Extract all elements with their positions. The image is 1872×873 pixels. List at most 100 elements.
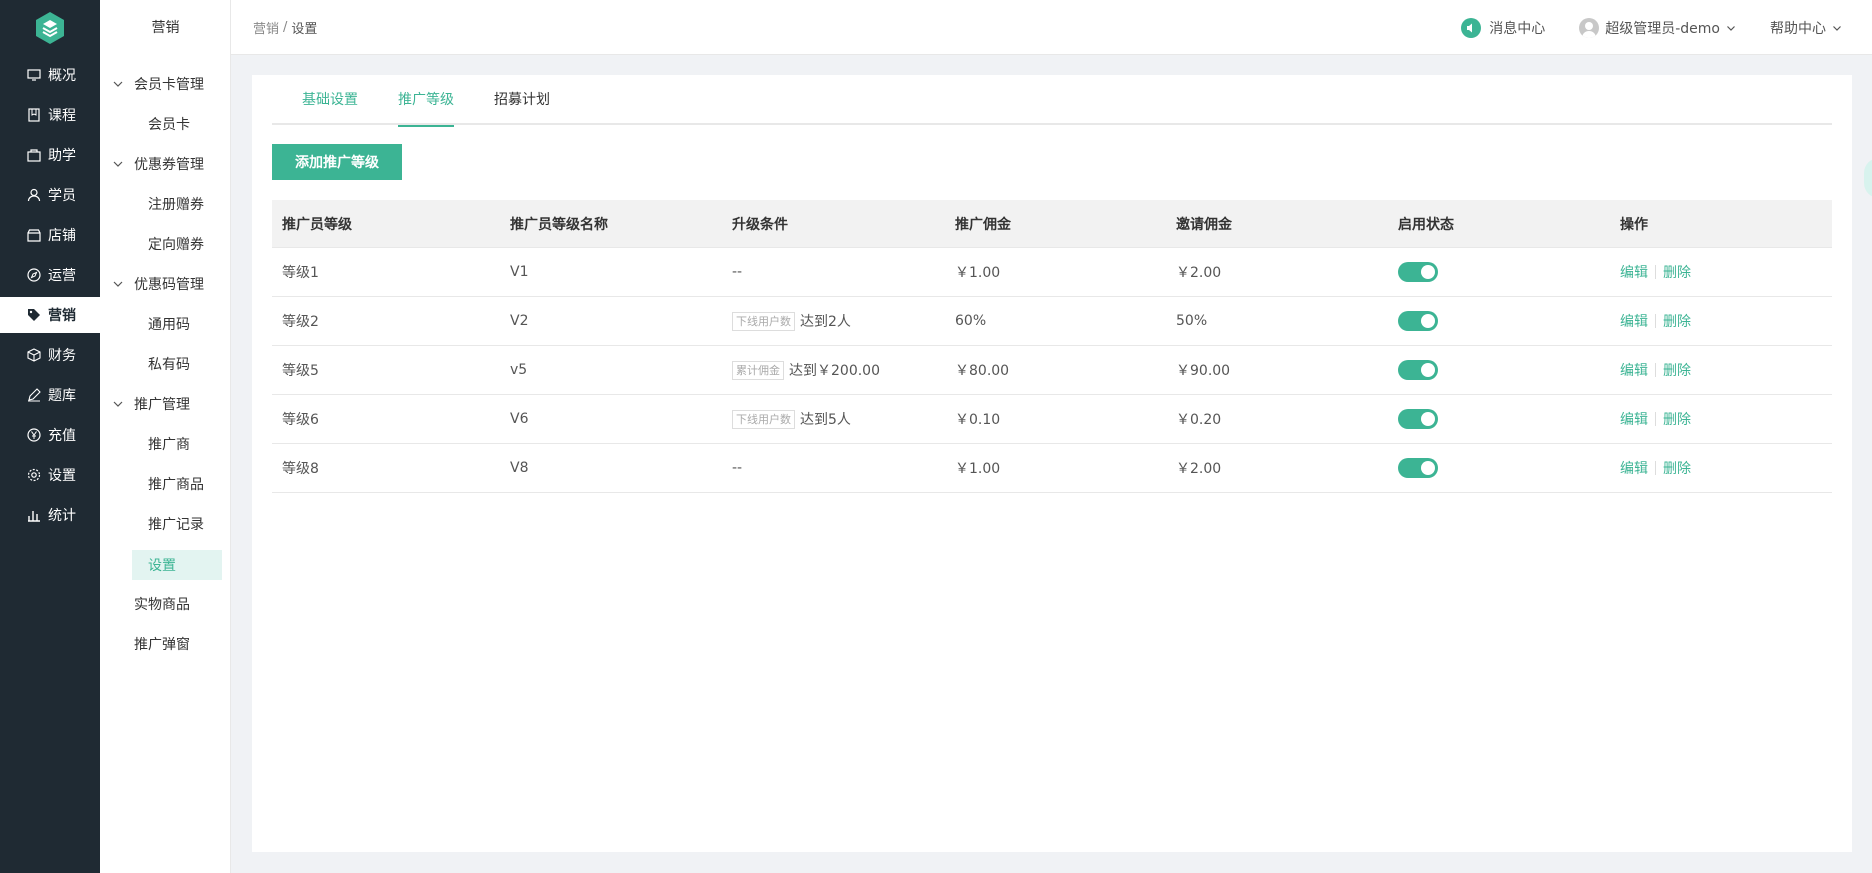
delete-link[interactable]: 删除: [1663, 262, 1691, 282]
enabled-toggle[interactable]: [1398, 311, 1438, 331]
condition-tag: 下线用户数: [732, 311, 795, 331]
help-center-menu[interactable]: 帮助中心: [1770, 18, 1842, 38]
sidebar-item-member-card[interactable]: 会员卡: [100, 106, 231, 142]
nav-item-overview[interactable]: 概况: [0, 57, 100, 93]
enabled-toggle[interactable]: [1398, 458, 1438, 478]
status-cell: [1388, 360, 1610, 380]
sidebar-item-targeted-coupon[interactable]: 定向赠券: [100, 226, 231, 262]
nav-item-statistics[interactable]: 统计: [0, 497, 100, 533]
edit-link[interactable]: 编辑: [1620, 409, 1648, 429]
chevron-down-icon: [112, 78, 124, 90]
table-row: 等级6 V6 下线用户数 达到5人 ￥0.10 ￥0.20 编辑 删除: [272, 395, 1832, 444]
edit-link[interactable]: 编辑: [1620, 262, 1648, 282]
level-cell: 等级2: [282, 314, 319, 330]
nav-item-operation[interactable]: 运营: [0, 257, 100, 293]
condition-text: 达到2人: [800, 314, 851, 330]
delete-link[interactable]: 删除: [1663, 458, 1691, 478]
message-center-button[interactable]: 消息中心: [1461, 17, 1545, 38]
condition-tag: 累计佣金: [732, 360, 784, 380]
nav-label: 店铺: [48, 228, 76, 244]
commission-cell: ￥80.00: [955, 363, 1010, 379]
sidebar-item-general-code[interactable]: 通用码: [100, 306, 231, 342]
main-nav: 概况 课程 助学 学员 店铺 运营 营销 财务 题库 充值 设置 统计: [0, 0, 100, 873]
sidebar-item-private-code[interactable]: 私有码: [100, 346, 231, 382]
monitor-icon: [26, 67, 42, 83]
gear-icon: [26, 467, 42, 483]
sidebar-group-promo-code[interactable]: 优惠码管理: [100, 266, 231, 302]
table-row: 等级1 V1 -- ￥1.00 ￥2.00 编辑 删除: [272, 248, 1832, 297]
enabled-toggle[interactable]: [1398, 262, 1438, 282]
bar-chart-icon: [26, 507, 42, 523]
sidebar-title: 营销: [151, 20, 180, 36]
sidebar-item-promo-records[interactable]: 推广记录: [100, 506, 231, 542]
level-name-cell: V6: [510, 411, 529, 427]
condition-text: 达到5人: [800, 412, 851, 428]
sidebar-item-promo-settings[interactable]: 设置: [132, 550, 222, 580]
table-header: 推广员等级 推广员等级名称 升级条件 推广佣金 邀请佣金 启用状态 操作: [272, 200, 1832, 248]
sidebar-group-promotion[interactable]: 推广管理: [100, 386, 231, 422]
sidebar-item-promoter[interactable]: 推广商: [100, 426, 231, 462]
nav-label: 营销: [48, 308, 76, 324]
column-header: 操作: [1620, 216, 1648, 233]
condition-text: --: [732, 264, 743, 280]
invite-commission-cell: ￥90.00: [1176, 363, 1231, 379]
condition-cell: --: [722, 264, 945, 280]
sidebar-item-promo-popup[interactable]: 推广弹窗: [100, 626, 231, 662]
breadcrumb-separator: /: [283, 20, 288, 35]
enabled-toggle[interactable]: [1398, 360, 1438, 380]
sidebar-group-member-card[interactable]: 会员卡管理: [100, 66, 231, 102]
edit-link[interactable]: 编辑: [1620, 311, 1648, 331]
nav-item-settings[interactable]: 设置: [0, 457, 100, 493]
nav-item-assist[interactable]: 助学: [0, 137, 100, 173]
logo-icon[interactable]: [36, 12, 64, 44]
sidebar-item-register-coupon[interactable]: 注册赠券: [100, 186, 231, 222]
nav-label: 财务: [48, 348, 76, 364]
cube-icon: [26, 347, 42, 363]
condition-text: --: [732, 460, 743, 476]
delete-link[interactable]: 删除: [1663, 409, 1691, 429]
actions-cell: 编辑 删除: [1610, 458, 1832, 478]
nav-item-course[interactable]: 课程: [0, 97, 100, 133]
nav-item-question-bank[interactable]: 题库: [0, 377, 100, 413]
nav-item-students[interactable]: 学员: [0, 177, 100, 213]
invite-commission-cell: ￥2.00: [1176, 265, 1222, 281]
nav-label: 运营: [48, 268, 76, 284]
column-header: 邀请佣金: [1176, 216, 1232, 233]
status-cell: [1388, 311, 1610, 331]
user-menu[interactable]: 超级管理员-demo: [1579, 17, 1736, 38]
delete-link[interactable]: 删除: [1663, 360, 1691, 380]
level-cell: 等级5: [282, 363, 319, 379]
divider: [1655, 363, 1656, 377]
toggle-knob: [1421, 265, 1435, 279]
level-name-cell: V8: [510, 460, 529, 476]
nav-item-recharge[interactable]: 充值: [0, 417, 100, 453]
nav-item-shop[interactable]: 店铺: [0, 217, 100, 253]
column-header: 推广佣金: [955, 216, 1011, 233]
breadcrumb-item[interactable]: 营销: [253, 18, 279, 37]
sidebar-item-physical-goods[interactable]: 实物商品: [100, 586, 231, 622]
compass-icon: [26, 267, 42, 283]
delete-link[interactable]: 删除: [1663, 311, 1691, 331]
tab-basic-settings[interactable]: 基础设置: [302, 75, 358, 125]
book-icon: [26, 107, 42, 123]
toggle-knob: [1421, 363, 1435, 377]
divider: [1655, 412, 1656, 426]
tab-promotion-levels[interactable]: 推广等级: [398, 75, 454, 127]
chevron-down-icon: [112, 278, 124, 290]
nav-item-finance[interactable]: 财务: [0, 337, 100, 373]
toggle-knob: [1421, 461, 1435, 475]
enabled-toggle[interactable]: [1398, 409, 1438, 429]
add-promotion-level-button[interactable]: 添加推广等级: [272, 144, 402, 180]
tab-recruitment-plan[interactable]: 招募计划: [494, 75, 550, 125]
sidebar-group-label: 优惠码管理: [134, 277, 204, 293]
sidebar-item-promo-goods[interactable]: 推广商品: [100, 466, 231, 502]
column-header: 推广员等级: [282, 216, 352, 233]
nav-item-marketing[interactable]: 营销: [0, 297, 100, 333]
commission-cell: ￥0.10: [955, 412, 1001, 428]
sidebar-group-coupon[interactable]: 优惠券管理: [100, 146, 231, 182]
floating-help-handle[interactable]: [1864, 158, 1872, 198]
chevron-down-icon: [112, 158, 124, 170]
edit-link[interactable]: 编辑: [1620, 458, 1648, 478]
sidebar-group-label: 会员卡管理: [134, 77, 204, 93]
edit-link[interactable]: 编辑: [1620, 360, 1648, 380]
